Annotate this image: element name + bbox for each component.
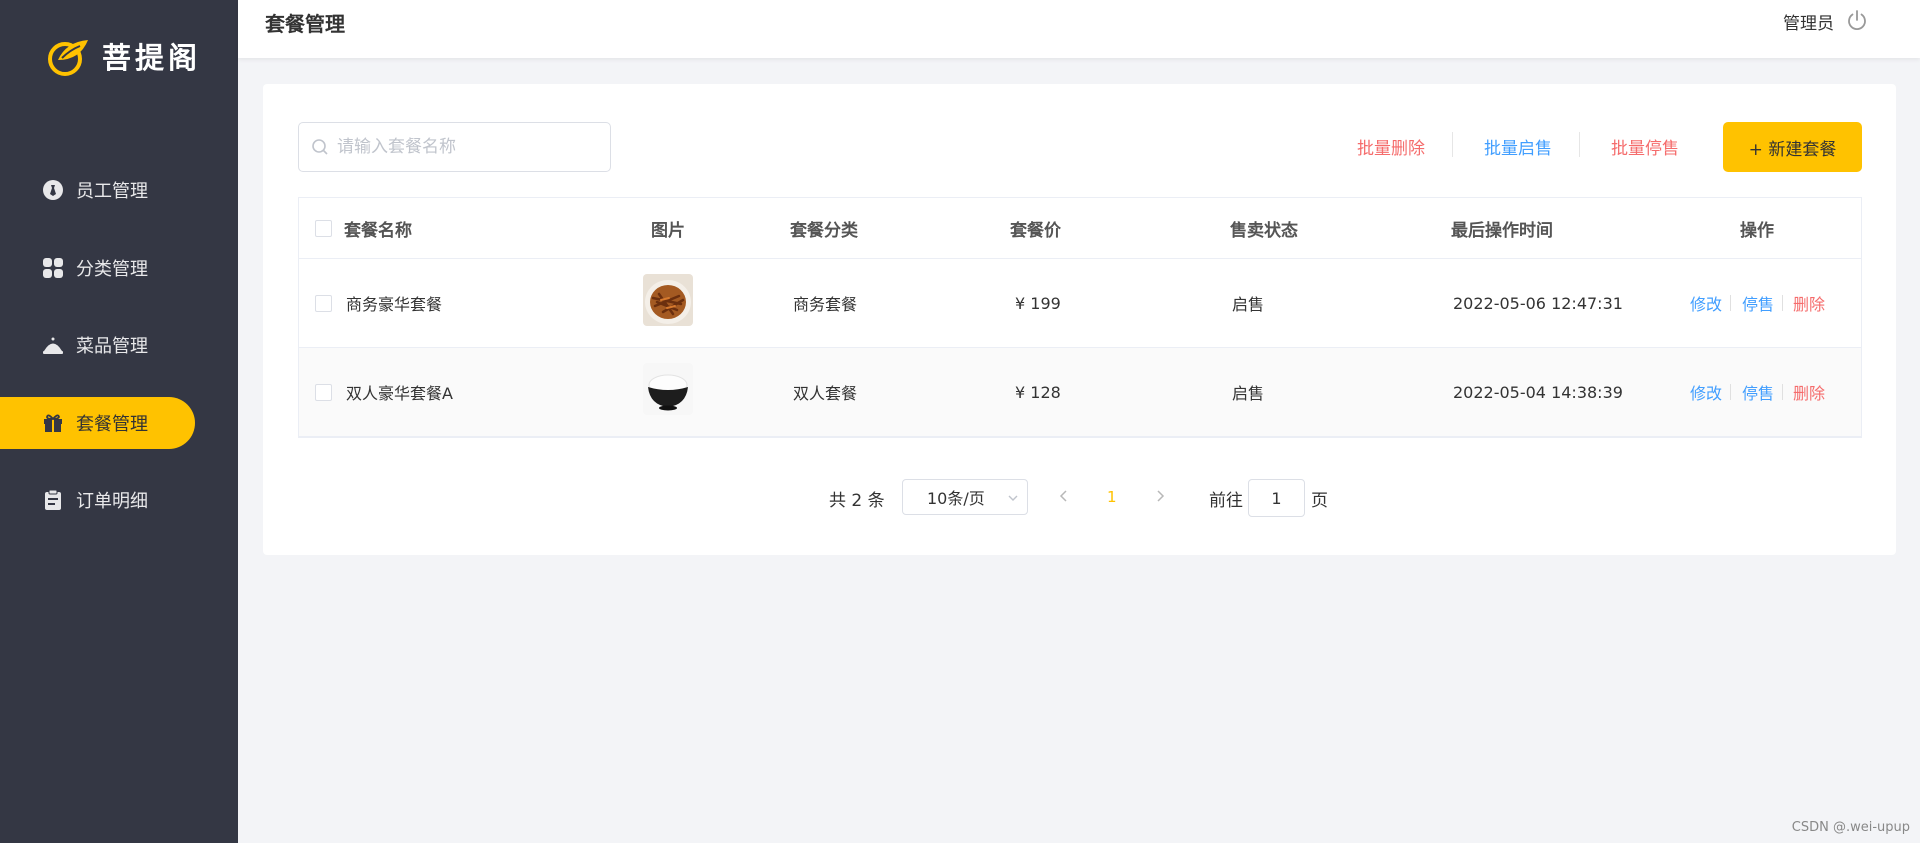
combo-price: ¥ 199	[1015, 293, 1061, 313]
delete-link[interactable]: 删除	[1793, 380, 1825, 404]
combo-price: ¥ 128	[1015, 382, 1061, 402]
sidebar-item-employee[interactable]: 员工管理	[0, 164, 238, 216]
category-icon	[42, 257, 64, 279]
action-divider	[1730, 295, 1731, 311]
main-card: 批量删除 批量启售 批量停售 + 新建套餐 套餐名称 图片 套餐分类 套餐价 售…	[263, 84, 1896, 555]
sidebar: 菩提阁 员工管理 分类管理 菜品管理 套餐管理 订单明细	[0, 0, 238, 843]
watermark: CSDN @.wei-upup	[1791, 820, 1910, 835]
edit-link[interactable]: 修改	[1690, 291, 1722, 315]
sidebar-menu: 员工管理 分类管理 菜品管理 套餐管理 订单明细	[0, 164, 238, 552]
action-divider	[1730, 384, 1731, 400]
column-header-price: 套餐价	[1010, 220, 1061, 241]
brand-name: 菩提阁	[102, 41, 202, 75]
combo-updated-time: 2022-05-04 14:38:39	[1453, 382, 1623, 402]
column-header-category: 套餐分类	[790, 220, 858, 241]
power-icon[interactable]	[1846, 9, 1868, 31]
action-divider	[1782, 295, 1783, 311]
page-size-select[interactable]: 10条/页	[902, 479, 1028, 515]
page-title: 套餐管理	[265, 12, 345, 36]
pagination-total: 共 2 条	[829, 491, 885, 511]
dish-icon	[42, 334, 64, 356]
combo-name: 商务豪华套餐	[346, 295, 443, 314]
column-header-updated: 最后操作时间	[1451, 220, 1553, 241]
table-row: 双人豪华套餐A 双人套餐 ¥ 128 启售 2022-05-04 14:38:3…	[299, 348, 1861, 437]
toolbar-divider	[1452, 132, 1453, 157]
chevron-down-icon	[1008, 495, 1018, 501]
column-header-actions: 操作	[1740, 220, 1774, 241]
user-name[interactable]: 管理员	[1783, 9, 1834, 34]
combo-name: 双人豪华套餐A	[346, 384, 453, 403]
table-row: 商务豪华套餐 商务套餐 ¥ 199 启售 2022-05-06 12:47:31…	[299, 259, 1861, 348]
page-unit-label: 页	[1311, 491, 1328, 511]
goto-page-input[interactable]	[1248, 479, 1305, 517]
stop-sale-link[interactable]: 停售	[1742, 291, 1774, 315]
sidebar-item-label: 菜品管理	[76, 336, 148, 357]
page-size-value: 10条/页	[927, 489, 985, 508]
stop-sale-link[interactable]: 停售	[1742, 380, 1774, 404]
select-all-checkbox[interactable]	[315, 219, 332, 237]
sidebar-item-label: 分类管理	[76, 258, 148, 280]
sidebar-item-dish[interactable]: 菜品管理	[0, 319, 238, 371]
column-header-image: 图片	[651, 220, 685, 241]
new-combo-button[interactable]: + 新建套餐	[1723, 122, 1862, 172]
pagination: 共 2 条 10条/页 1 前往 页	[263, 479, 1896, 517]
brand-logo: 菩提阁	[44, 34, 201, 78]
combo-updated-time: 2022-05-06 12:47:31	[1453, 293, 1623, 313]
search-icon	[312, 139, 328, 155]
combo-category: 双人套餐	[793, 384, 858, 403]
batch-stop-link[interactable]: 批量停售	[1611, 134, 1679, 159]
search-box[interactable]	[298, 122, 611, 172]
sidebar-item-combo[interactable]: 套餐管理	[0, 396, 195, 449]
top-header: 套餐管理 管理员	[238, 0, 1920, 58]
search-input[interactable]	[337, 137, 597, 157]
delete-link[interactable]: 删除	[1793, 291, 1825, 315]
prev-page-icon[interactable]	[1055, 487, 1073, 505]
logo-mark-icon	[48, 40, 88, 76]
sidebar-item-label: 套餐管理	[76, 413, 148, 435]
combo-category: 商务套餐	[793, 295, 858, 314]
combo-table: 套餐名称 图片 套餐分类 套餐价 售卖状态 最后操作时间 操作 商务豪华套餐 商…	[298, 197, 1862, 438]
toolbar-divider	[1579, 132, 1580, 157]
sidebar-item-label: 员工管理	[76, 181, 148, 202]
action-divider	[1782, 384, 1783, 400]
gift-icon	[42, 412, 64, 434]
rice-bowl-image	[643, 363, 693, 415]
row-checkbox[interactable]	[315, 294, 332, 312]
employee-icon	[42, 179, 64, 201]
edit-link[interactable]: 修改	[1690, 380, 1722, 404]
sidebar-item-category[interactable]: 分类管理	[0, 242, 238, 294]
row-checkbox[interactable]	[315, 383, 332, 401]
noodles-dish-image	[643, 274, 693, 326]
sidebar-item-label: 订单明细	[76, 491, 148, 512]
table-header-row: 套餐名称 图片 套餐分类 套餐价 售卖状态 最后操作时间 操作	[299, 198, 1861, 259]
page-number-current[interactable]: 1	[1107, 488, 1117, 506]
clipboard-icon	[42, 489, 64, 511]
sidebar-item-orders[interactable]: 订单明细	[0, 474, 238, 526]
column-header-status: 售卖状态	[1230, 220, 1298, 241]
goto-label: 前往	[1209, 491, 1243, 511]
column-header-name: 套餐名称	[344, 220, 412, 241]
batch-start-link[interactable]: 批量启售	[1484, 134, 1552, 159]
combo-status: 启售	[1232, 384, 1265, 403]
next-page-icon[interactable]	[1151, 487, 1169, 505]
batch-delete-link[interactable]: 批量删除	[1357, 134, 1425, 159]
combo-status: 启售	[1232, 295, 1265, 314]
